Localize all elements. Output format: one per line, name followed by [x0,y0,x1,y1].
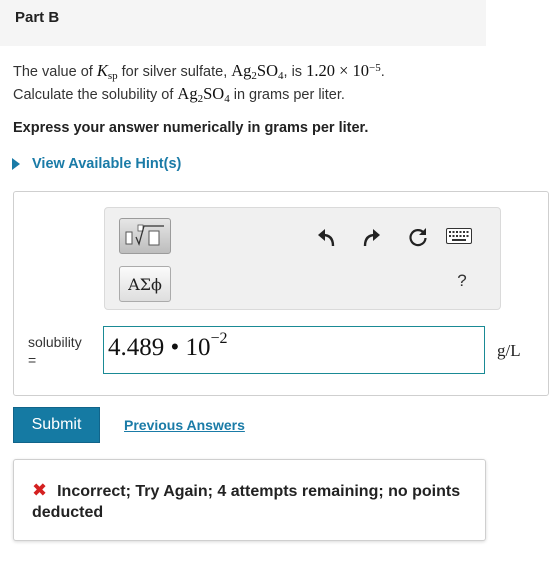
solubility-label-line1: solubility [28,334,82,350]
reset-button[interactable] [405,225,431,251]
solubility-answer-input[interactable]: 4.489 • 10−2 [103,326,485,374]
question-end: . [380,64,385,80]
ksp-base: K [96,61,108,80]
formula-silver-sulfate-2: Ag2SO4 [177,84,229,105]
feedback-message: ✖ Incorrect; Try Again; 4 attempts remain… [32,480,469,523]
question-prefix: The value of [13,64,97,80]
formula-ag: Ag [231,61,252,80]
question-line-2: Calculate the solubility of Ag2SO4 in gr… [13,83,533,106]
solubility-label-equals: = [28,352,37,368]
greek-symbols-button[interactable]: ΑΣϕ [119,266,171,302]
undo-icon [318,229,335,247]
help-icon: ? [457,271,467,290]
reset-icon [409,228,427,247]
formula-so: SO [256,61,279,80]
formula-ag-2: Ag [177,84,198,103]
submit-label: Submit [31,416,82,433]
feedback-box: ✖ Incorrect; Try Again; 4 attempts remain… [13,459,486,541]
part-title: Part B [0,0,486,46]
view-hints-label: View Available Hint(s) [32,156,182,172]
instruction-text: Express your answer numerically in grams… [13,120,369,136]
formula-silver-sulfate: Ag2SO4 [231,61,283,82]
math-toolbar: ΑΣϕ ? [104,207,501,310]
redo-button[interactable] [359,226,383,250]
view-hints-link[interactable]: View Available Hint(s) [12,156,181,172]
solubility-label: solubility = [28,333,82,369]
redo-icon [363,229,380,247]
feedback-text: Incorrect; Try Again; 4 attempts remaini… [32,483,461,521]
keyboard-icon [446,228,472,244]
question-mid-2: , is [283,64,307,80]
question-text: The value of Ksp for silver sulfate, Ag2… [13,60,533,106]
ksp-value: 1.20 × 10−5 [306,61,381,80]
templates-button[interactable] [119,218,171,254]
undo-button[interactable] [315,226,339,250]
answer-exponent: −2 [210,330,228,347]
formula-so-2: SO [203,84,225,103]
x-icon: ✖ [32,480,48,501]
question-line-1: The value of Ksp for silver sulfate, Ag2… [13,60,533,83]
unit-label: g/L [497,341,521,360]
help-button[interactable]: ? [453,270,471,292]
previous-answers-link[interactable]: Previous Answers [124,417,245,433]
answer-box: ΑΣϕ ? solubility = 4.489 • 10−2 g/L [13,191,549,396]
question-line2-prefix: Calculate the solubility of [13,87,178,103]
ksp-symbol: Ksp [96,61,118,82]
templates-icon [125,224,164,246]
keyboard-button[interactable] [446,226,472,246]
answer-mantissa: 4.489 • 10 [108,334,211,361]
ksp-value-coef: 1.20 × 10 [306,61,370,80]
ksp-value-exp: −5 [369,62,381,74]
greek-symbols-label: ΑΣϕ [128,274,162,294]
question-line2-suffix: in grams per liter. [229,87,345,103]
question-mid: for silver sulfate, [117,64,232,80]
submit-button[interactable]: Submit [13,407,100,443]
expand-triangle-icon [12,158,20,170]
ksp-sub: sp [107,70,118,82]
